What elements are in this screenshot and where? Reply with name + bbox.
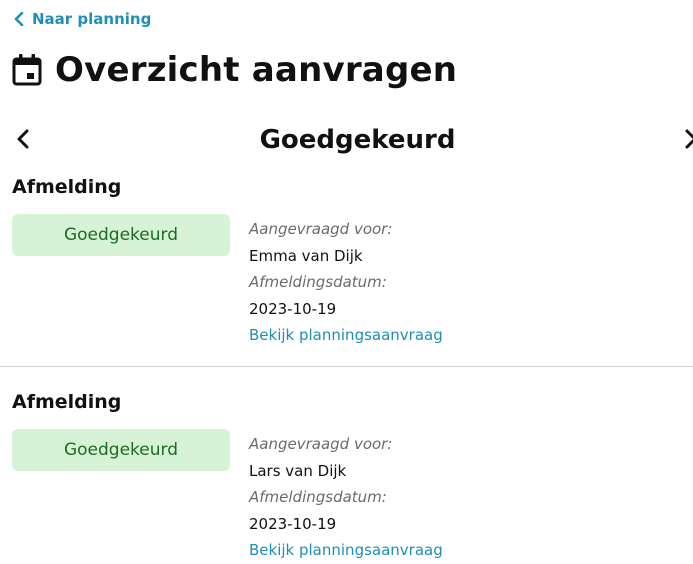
back-link-label: Naar planning xyxy=(32,10,152,28)
status-badge: Goedgekeurd xyxy=(12,429,230,471)
request-type: Afmelding xyxy=(12,391,122,413)
request-details: Aangevraagd voor: Lars van Dijk Afmeldin… xyxy=(249,431,443,564)
request-details: Aangevraagd voor: Emma van Dijk Afmeldin… xyxy=(249,216,443,349)
next-status-button[interactable] xyxy=(684,128,693,150)
page-title: Overzicht aanvragen xyxy=(11,50,457,90)
requested-for-label: Aangevraagd voor: xyxy=(249,220,393,238)
calendar-icon xyxy=(11,53,43,87)
requested-for-value: Lars van Dijk xyxy=(249,461,347,480)
current-status-title: Goedgekeurd xyxy=(259,125,456,155)
date-label: Afmeldingsdatum: xyxy=(249,273,387,291)
view-planning-request-link[interactable]: Bekijk planningsaanvraag xyxy=(249,322,443,349)
page-title-text: Overzicht aanvragen xyxy=(55,50,458,90)
divider xyxy=(0,366,693,367)
back-to-planning-link[interactable]: Naar planning xyxy=(14,10,151,28)
date-label: Afmeldingsdatum: xyxy=(249,488,387,506)
requested-for-label: Aangevraagd voor: xyxy=(249,435,393,453)
date-value: 2023-10-19 xyxy=(249,299,337,318)
view-planning-request-link[interactable]: Bekijk planningsaanvraag xyxy=(249,537,443,564)
requested-for-value: Emma van Dijk xyxy=(249,246,363,265)
status-pager: Goedgekeurd xyxy=(0,120,693,164)
chevron-right-icon xyxy=(685,129,693,149)
chevron-left-icon xyxy=(14,12,24,26)
request-type: Afmelding xyxy=(12,176,122,198)
status-badge: Goedgekeurd xyxy=(12,214,230,256)
date-value: 2023-10-19 xyxy=(249,514,337,533)
